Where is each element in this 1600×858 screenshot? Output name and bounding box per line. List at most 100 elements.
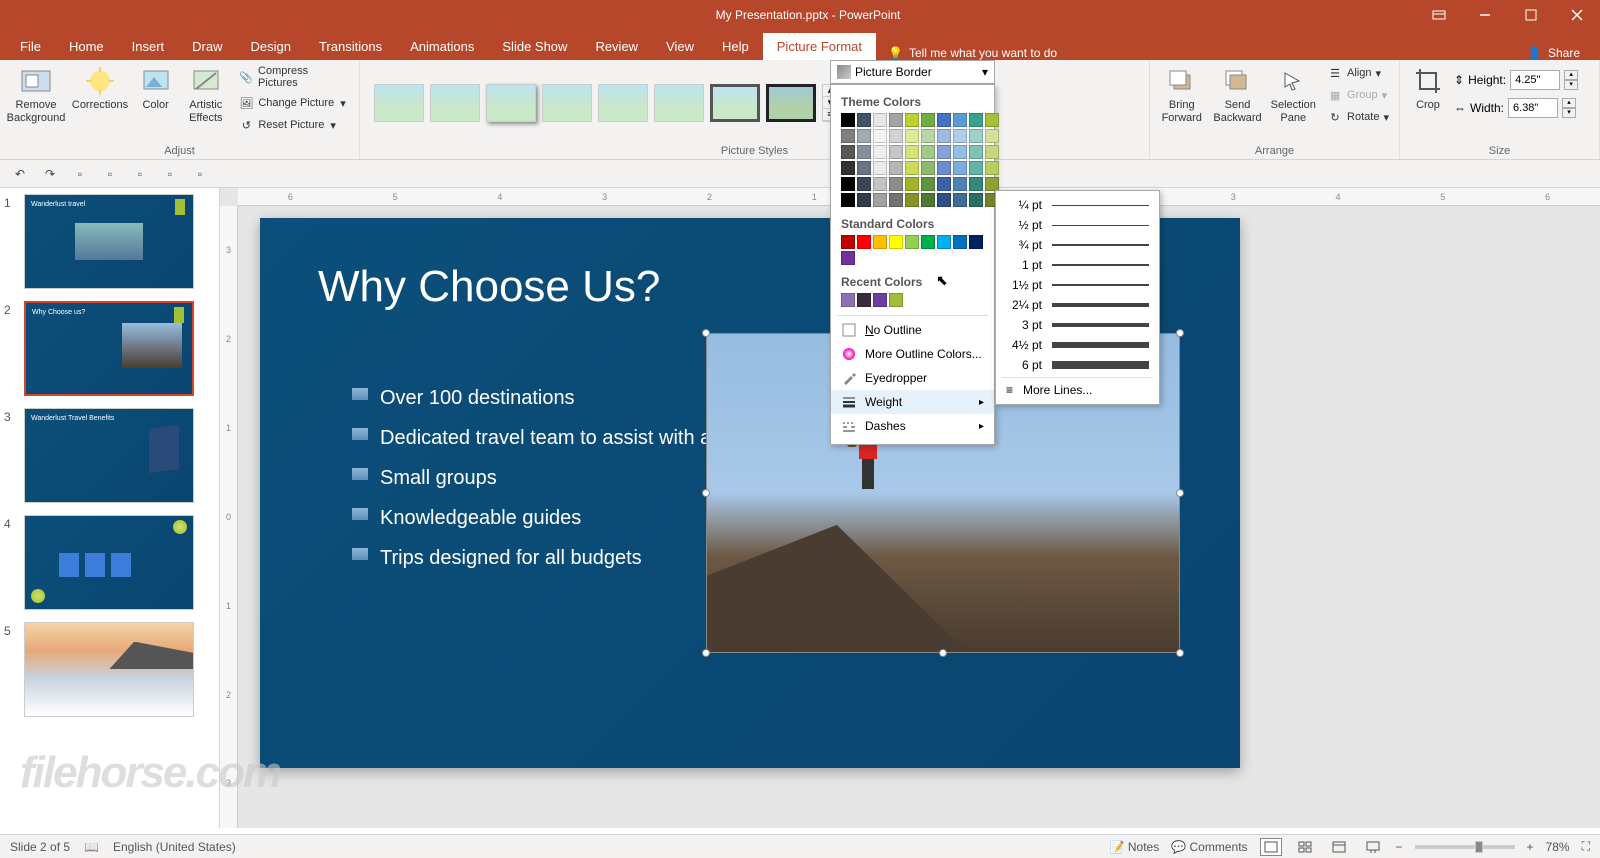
corrections-button[interactable]: Corrections xyxy=(70,63,130,114)
weight-option[interactable]: 1½ pt xyxy=(996,275,1159,295)
slide-thumbnail[interactable]: Why Choose us? xyxy=(24,301,194,396)
slide-counter[interactable]: Slide 2 of 5 xyxy=(10,840,70,854)
color-swatch[interactable] xyxy=(953,145,967,159)
color-swatch[interactable] xyxy=(873,177,887,191)
tab-home[interactable]: Home xyxy=(55,33,118,60)
zoom-out-button[interactable]: − xyxy=(1396,840,1403,854)
color-swatch[interactable] xyxy=(841,113,855,127)
color-swatch[interactable] xyxy=(873,193,887,207)
color-swatch[interactable] xyxy=(857,293,871,307)
reading-view-button[interactable] xyxy=(1328,838,1350,856)
share-button[interactable]: 👤 Share xyxy=(1513,46,1594,60)
color-swatch[interactable] xyxy=(857,113,871,127)
slide-thumbnail[interactable] xyxy=(24,622,194,717)
slideshow-view-button[interactable] xyxy=(1362,838,1384,856)
color-swatch[interactable] xyxy=(985,145,999,159)
color-swatch[interactable] xyxy=(921,145,935,159)
more-lines-item[interactable]: ≡More Lines... xyxy=(996,380,1159,400)
style-thumb[interactable] xyxy=(598,84,648,122)
language-status[interactable]: English (United States) xyxy=(113,840,236,854)
no-outline-item[interactable]: No Outline xyxy=(831,318,994,342)
color-swatch[interactable] xyxy=(841,235,855,249)
color-swatch[interactable] xyxy=(889,177,903,191)
color-swatch[interactable] xyxy=(937,145,951,159)
color-swatch[interactable] xyxy=(953,235,967,249)
color-swatch[interactable] xyxy=(889,113,903,127)
color-swatch[interactable] xyxy=(969,193,983,207)
weight-option[interactable]: 6 pt xyxy=(996,355,1159,375)
height-down[interactable]: ▾ xyxy=(1564,80,1578,90)
color-swatch[interactable] xyxy=(953,161,967,175)
color-swatch[interactable] xyxy=(953,193,967,207)
color-swatch[interactable] xyxy=(921,129,935,143)
resize-handle[interactable] xyxy=(702,329,710,337)
weight-option[interactable]: 3 pt xyxy=(996,315,1159,335)
color-swatch[interactable] xyxy=(985,161,999,175)
color-swatch[interactable] xyxy=(857,161,871,175)
color-swatch[interactable] xyxy=(857,129,871,143)
comments-button[interactable]: 💬 Comments xyxy=(1171,840,1247,854)
minimize-button[interactable] xyxy=(1462,0,1508,30)
color-swatch[interactable] xyxy=(857,177,871,191)
color-swatch[interactable] xyxy=(873,113,887,127)
height-up[interactable]: ▴ xyxy=(1564,70,1578,80)
style-thumb[interactable] xyxy=(766,84,816,122)
tab-review[interactable]: Review xyxy=(581,33,652,60)
qat-button[interactable]: ▫ xyxy=(70,164,90,184)
style-thumb[interactable] xyxy=(542,84,592,122)
maximize-button[interactable] xyxy=(1508,0,1554,30)
fit-window-button[interactable]: ⛶ xyxy=(1582,839,1590,854)
color-swatch[interactable] xyxy=(937,193,951,207)
notes-button[interactable]: 📝 Notes xyxy=(1110,840,1160,854)
normal-view-button[interactable] xyxy=(1260,838,1282,856)
tab-animations[interactable]: Animations xyxy=(396,33,488,60)
weight-option[interactable]: 2¼ pt xyxy=(996,295,1159,315)
weight-item[interactable]: Weight ▸ xyxy=(831,390,994,414)
color-swatch[interactable] xyxy=(889,145,903,159)
color-swatch[interactable] xyxy=(889,193,903,207)
width-down[interactable]: ▾ xyxy=(1562,108,1576,118)
color-swatch[interactable] xyxy=(937,235,951,249)
color-swatch[interactable] xyxy=(841,129,855,143)
weight-option[interactable]: ½ pt xyxy=(996,215,1159,235)
zoom-in-button[interactable]: + xyxy=(1527,840,1534,854)
color-swatch[interactable] xyxy=(905,193,919,207)
weight-option[interactable]: ¼ pt xyxy=(996,195,1159,215)
artistic-effects-button[interactable]: Artistic Effects xyxy=(181,63,230,127)
resize-handle[interactable] xyxy=(1176,329,1184,337)
color-swatch[interactable] xyxy=(857,235,871,249)
style-thumb[interactable] xyxy=(486,84,536,122)
color-swatch[interactable] xyxy=(873,235,887,249)
color-swatch[interactable] xyxy=(937,177,951,191)
color-swatch[interactable] xyxy=(889,235,903,249)
color-swatch[interactable] xyxy=(969,145,983,159)
color-swatch[interactable] xyxy=(905,145,919,159)
slide-thumbnail[interactable] xyxy=(24,515,194,610)
slide-thumbnail[interactable]: Wanderlust Travel Benefits xyxy=(24,408,194,503)
more-colors-item[interactable]: More Outline Colors... xyxy=(831,342,994,366)
color-swatch[interactable] xyxy=(969,129,983,143)
tab-help[interactable]: Help xyxy=(708,33,763,60)
weight-option[interactable]: 4½ pt xyxy=(996,335,1159,355)
style-thumb[interactable] xyxy=(430,84,480,122)
tab-view[interactable]: View xyxy=(652,33,708,60)
color-swatch[interactable] xyxy=(857,193,871,207)
color-swatch[interactable] xyxy=(905,113,919,127)
color-swatch[interactable] xyxy=(841,145,855,159)
color-swatch[interactable] xyxy=(889,293,903,307)
style-thumb[interactable] xyxy=(710,84,760,122)
color-swatch[interactable] xyxy=(953,129,967,143)
resize-handle[interactable] xyxy=(702,489,710,497)
resize-handle[interactable] xyxy=(939,649,947,657)
color-swatch[interactable] xyxy=(953,113,967,127)
color-swatch[interactable] xyxy=(841,161,855,175)
tell-me-search[interactable]: 💡 Tell me what you want to do xyxy=(876,46,1069,60)
tab-slideshow[interactable]: Slide Show xyxy=(488,33,581,60)
color-swatch[interactable] xyxy=(969,113,983,127)
tab-transitions[interactable]: Transitions xyxy=(305,33,396,60)
color-swatch[interactable] xyxy=(953,177,967,191)
redo-button[interactable]: ↷ xyxy=(40,164,60,184)
bring-forward-button[interactable]: Bring Forward xyxy=(1156,63,1208,127)
qat-button[interactable]: ▫ xyxy=(190,164,210,184)
color-swatch[interactable] xyxy=(873,129,887,143)
